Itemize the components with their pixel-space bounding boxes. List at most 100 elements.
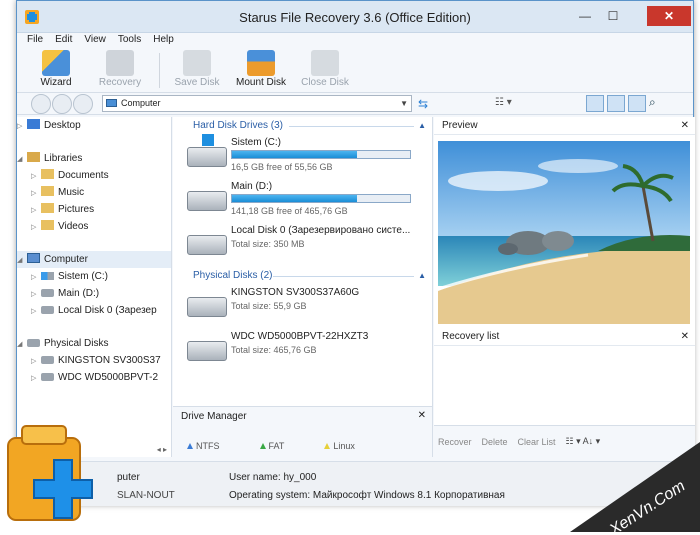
expand-icon[interactable]: ▷ xyxy=(31,303,41,320)
minimize-button[interactable]: — xyxy=(571,6,599,26)
drive-item[interactable]: Local Disk 0 (Зарезервировано систе... T… xyxy=(173,223,432,267)
folder-icon xyxy=(41,203,54,213)
mount-disk-label: Mount Disk xyxy=(235,77,286,88)
tree-label: Documents xyxy=(58,170,109,181)
expand-icon[interactable]: ▷ xyxy=(31,370,41,387)
close-disk-label: Close Disk xyxy=(301,77,349,88)
layout-buttons: ⌕ xyxy=(583,95,667,112)
physical-disks-header[interactable]: Physical Disks (2) ▲ xyxy=(173,267,432,285)
close-disk-button[interactable]: Close Disk xyxy=(294,49,356,92)
collapse-group-icon[interactable]: ▲ xyxy=(418,267,426,285)
tree-item-physical-disks[interactable]: ◢ Physical Disks xyxy=(17,335,171,352)
menu-help[interactable]: Help xyxy=(153,33,174,49)
drive-info: Total size: 55,9 GB xyxy=(231,301,307,311)
tree-item-documents[interactable]: ▷ Documents xyxy=(17,167,171,184)
tree-item-kingston[interactable]: ▷ KINGSTON SV300S37 xyxy=(17,352,171,369)
recovery-button[interactable]: Recovery xyxy=(89,49,151,92)
folder-icon xyxy=(41,186,54,196)
expand-icon[interactable]: ▷ xyxy=(31,286,41,303)
forward-button[interactable] xyxy=(52,93,72,114)
app-window: Starus File Recovery 3.6 (Office Edition… xyxy=(16,0,695,506)
menu-view[interactable]: View xyxy=(84,33,106,49)
close-disk-icon xyxy=(311,50,339,76)
recovery-list-close-icon[interactable]: ✕ xyxy=(681,328,689,346)
drive-item[interactable]: Main (D:) 141,18 GB free of 465,76 GB xyxy=(173,179,432,223)
tree-item-main-d[interactable]: ▷ Main (D:) xyxy=(17,285,171,302)
expand-icon[interactable]: ▷ xyxy=(31,353,41,370)
refresh-icon[interactable]: ⇆ xyxy=(418,97,428,111)
drive-name: KINGSTON SV300S37A60G xyxy=(231,287,360,298)
group-title: Hard Disk Drives (3) xyxy=(193,120,284,131)
expand-icon[interactable]: ▷ xyxy=(31,219,41,236)
tree-item-libraries[interactable]: ◢ Libraries xyxy=(17,150,171,167)
wizard-icon xyxy=(42,50,70,76)
search-icon[interactable]: ⌕ xyxy=(649,95,667,112)
menu-edit[interactable]: Edit xyxy=(55,33,72,49)
drive-manager-title: Drive Manager xyxy=(181,411,247,422)
expand-icon[interactable]: ▷ xyxy=(31,168,41,185)
collapse-group-icon[interactable]: ▲ xyxy=(418,117,426,135)
tree-label: Libraries xyxy=(44,153,83,164)
collapse-icon[interactable]: ◢ xyxy=(17,151,27,168)
close-button[interactable]: ✕ xyxy=(647,6,691,26)
recovery-icon xyxy=(106,50,134,76)
drive-item[interactable]: KINGSTON SV300S37A60G Total size: 55,9 G… xyxy=(173,285,432,329)
menu-file[interactable]: File xyxy=(27,33,43,49)
preview-close-icon[interactable]: ✕ xyxy=(681,117,689,135)
layout-icon-3[interactable] xyxy=(628,95,646,112)
drives-pane: Hard Disk Drives (3) ▲ Sistem (C:) 16,5 … xyxy=(173,117,433,457)
address-value: Computer xyxy=(121,98,161,108)
layout-icon-2[interactable] xyxy=(607,95,625,112)
expand-icon[interactable]: ▷ xyxy=(17,118,27,135)
legend-linux: Linux xyxy=(324,441,355,451)
expand-icon[interactable]: ▷ xyxy=(31,269,41,286)
tree-label: Pictures xyxy=(58,204,95,215)
delete-button[interactable]: Delete xyxy=(482,437,508,447)
tree-item-videos[interactable]: ▷ Videos xyxy=(17,218,171,235)
collapse-icon[interactable]: ◢ xyxy=(17,252,27,269)
collapse-icon[interactable]: ◢ xyxy=(17,336,27,353)
maximize-button[interactable]: ☐ xyxy=(599,6,627,26)
up-button[interactable] xyxy=(73,93,93,114)
drive-manager-close-icon[interactable]: ✕ xyxy=(418,410,426,421)
expand-icon[interactable]: ▷ xyxy=(31,202,41,219)
wizard-button[interactable]: Wizard xyxy=(25,49,87,92)
group-divider xyxy=(273,276,414,277)
tree-item-local-disk-0[interactable]: ▷ Local Disk 0 (Зарезер xyxy=(17,302,171,319)
recover-button[interactable]: Recover xyxy=(438,437,472,447)
computer-icon xyxy=(106,99,117,107)
tree-item-sistem-c[interactable]: ▷ Sistem (C:) xyxy=(17,268,171,285)
layout-icon-1[interactable] xyxy=(586,95,604,112)
tree-item-computer[interactable]: ◢ Computer xyxy=(17,251,171,268)
tree-item-pictures[interactable]: ▷ Pictures xyxy=(17,201,171,218)
menu-tools[interactable]: Tools xyxy=(118,33,141,49)
computer-icon xyxy=(27,253,40,263)
drive-info: 16,5 GB free of 55,56 GB xyxy=(231,162,333,172)
view-mode-dropdown[interactable]: ☷ ▾ xyxy=(495,97,512,108)
save-disk-button[interactable]: Save Disk xyxy=(166,49,228,92)
drive-item[interactable]: WDC WD5000BPVT-22HXZT3 Total size: 465,7… xyxy=(173,329,432,373)
tree-item-desktop[interactable]: ▷ Desktop xyxy=(17,117,171,134)
drive-info: Total size: 465,76 GB xyxy=(231,345,317,355)
save-disk-icon xyxy=(183,50,211,76)
drive-icon xyxy=(41,373,54,381)
drive-info: 141,18 GB free of 465,76 GB xyxy=(231,206,348,216)
tree-item-music[interactable]: ▷ Music xyxy=(17,184,171,201)
mount-disk-button[interactable]: Mount Disk xyxy=(230,49,292,92)
drive-item[interactable]: Sistem (C:) 16,5 GB free of 55,56 GB xyxy=(173,134,432,179)
folder-icon xyxy=(41,220,54,230)
address-field[interactable]: Computer ▼ xyxy=(102,95,412,112)
tree-item-wdc[interactable]: ▷ WDC WD5000BPVT-2 xyxy=(17,369,171,386)
address-dropdown[interactable]: ▼ xyxy=(400,96,408,111)
expand-icon[interactable]: ▷ xyxy=(31,185,41,202)
legend-fat: FAT xyxy=(259,441,284,451)
hard-disk-drives-header[interactable]: Hard Disk Drives (3) ▲ xyxy=(173,117,432,135)
preview-image xyxy=(438,141,690,324)
preview-header: Preview ✕ xyxy=(434,117,695,135)
folder-icon xyxy=(41,169,54,179)
right-pane: Preview ✕ Recovery list ✕ Recover Delete… xyxy=(434,117,695,457)
drive-icon xyxy=(187,297,227,317)
tree-label: Main (D:) xyxy=(58,288,100,299)
status-computer-name: SLAN-NOUT xyxy=(117,490,175,501)
back-button[interactable] xyxy=(31,93,51,114)
